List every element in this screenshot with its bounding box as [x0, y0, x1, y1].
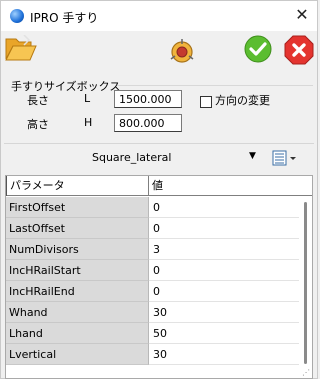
height-axis-label: H [84, 116, 93, 129]
window-title: IPRO 手すり [30, 11, 99, 25]
checkmark-icon[interactable] [244, 35, 272, 63]
table-row[interactable]: IncHRailEnd 0 [6, 281, 299, 302]
parameter-value-cell[interactable]: 50 [149, 323, 299, 344]
table-row[interactable]: Whand 30 [6, 302, 299, 323]
app-globe-icon [10, 9, 24, 23]
title-bar: IPRO 手すり ✕ [1, 1, 317, 31]
parameter-name-cell[interactable]: Lvertical [6, 344, 149, 365]
direction-change-label[interactable]: 方向の変更 [215, 92, 270, 108]
header-value[interactable]: 値 [149, 176, 299, 196]
length-input[interactable]: 1500.000 [114, 90, 182, 108]
parameter-name-cell[interactable]: LastOffset [6, 218, 149, 239]
type-combo[interactable]: Square_lateral [92, 151, 171, 164]
parameter-grid: パラメータ 値 FirstOffset 0 LastOffset 0 NumDiviso… [5, 175, 313, 379]
close-icon[interactable] [284, 35, 314, 65]
folder-open-icon[interactable] [5, 35, 37, 63]
scrollbar-thumb[interactable] [304, 202, 307, 364]
table-row[interactable]: NumDivisors 3 [6, 239, 299, 260]
height-input[interactable]: 800.000 [114, 114, 182, 132]
plugin-icon[interactable] [168, 37, 196, 65]
table-row[interactable]: IncHRailStart 0 [6, 260, 299, 281]
parameter-value-cell[interactable]: 0 [149, 281, 299, 302]
table-row[interactable]: LastOffset 0 [6, 218, 299, 239]
parameter-value-cell[interactable]: 3 [149, 239, 299, 260]
parameter-value-cell[interactable]: 30 [149, 344, 299, 365]
list-menu-icon[interactable] [271, 150, 297, 166]
groupbox-divider [117, 85, 313, 86]
grid-header: パラメータ 値 [6, 176, 312, 196]
height-label: 高さ [27, 118, 49, 131]
header-parameter[interactable]: パラメータ [6, 176, 149, 196]
parameter-name-cell[interactable]: IncHRailEnd [6, 281, 149, 302]
length-label: 長さ [27, 94, 49, 107]
resize-grip-icon[interactable]: ⋰ [302, 368, 312, 378]
parameter-value-cell[interactable]: 0 [149, 218, 299, 239]
parameter-name-cell[interactable]: Lhand [6, 323, 149, 344]
length-axis-label: L [84, 92, 91, 105]
table-row[interactable]: FirstOffset 0 [6, 197, 299, 218]
parameter-name-cell[interactable]: IncHRailStart [6, 260, 149, 281]
direction-change-checkbox[interactable] [200, 96, 212, 108]
parameter-value-cell[interactable]: 30 [149, 302, 299, 323]
parameter-name-cell[interactable]: Whand [6, 302, 149, 323]
table-row[interactable]: Lhand 50 [6, 323, 299, 344]
parameter-name-cell[interactable]: FirstOffset [6, 197, 149, 218]
table-row[interactable]: Lvertical 30 [6, 344, 299, 365]
vertical-scrollbar[interactable] [299, 196, 312, 378]
parameter-name-cell[interactable]: NumDivisors [6, 239, 149, 260]
window-close-button[interactable]: ✕ [291, 4, 313, 26]
chevron-down-icon[interactable]: ▼ [249, 151, 256, 161]
parameter-value-cell[interactable]: 0 [149, 197, 299, 218]
parameter-value-cell[interactable]: 0 [149, 260, 299, 281]
